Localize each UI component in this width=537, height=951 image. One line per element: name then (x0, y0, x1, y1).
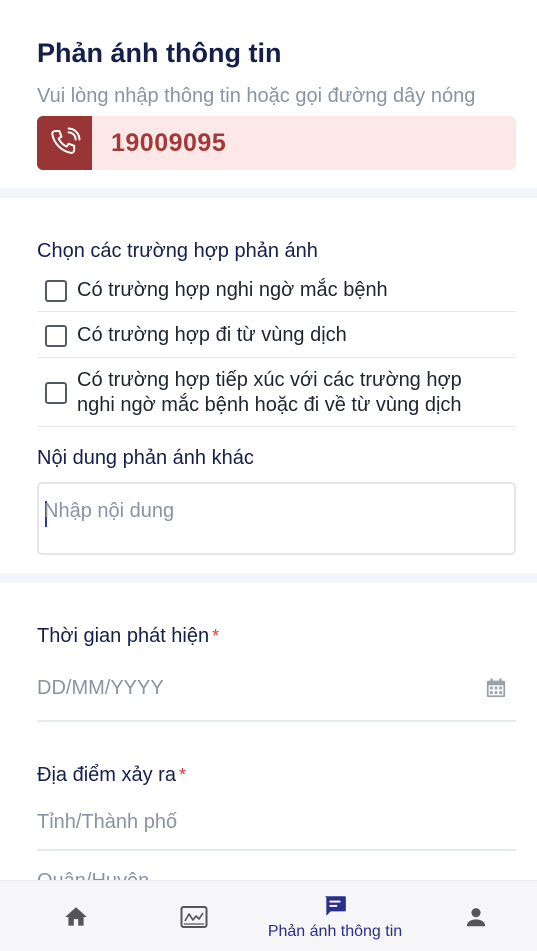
tab-report-info[interactable]: Phản ánh thông tin (250, 881, 420, 951)
chart-icon (180, 905, 208, 928)
section-divider (0, 573, 537, 583)
section-divider (0, 188, 537, 198)
phone-icon (37, 116, 92, 170)
checkbox[interactable] (45, 324, 67, 347)
field-underline (37, 720, 516, 722)
case-option-label: Có trường hợp đi từ vùng dịch (77, 324, 347, 346)
field-underline (37, 849, 516, 851)
other-content-label: Nội dung phản ánh khác (37, 447, 254, 469)
location-label: Địa điểm xảy ra * (37, 764, 186, 786)
cases-title: Chọn các trường hợp phản ánh (37, 240, 318, 262)
required-mark: * (178, 765, 186, 785)
detect-time-label: Thời gian phát hiện * (37, 625, 220, 647)
required-mark: * (212, 626, 220, 646)
home-icon (65, 906, 87, 926)
bottom-tab-bar: Phản ánh thông tin (0, 880, 537, 951)
case-option-label: Có trường hợp nghi ngờ mắc bệnh (77, 279, 388, 301)
tab-label: Phản ánh thông tin (267, 922, 403, 940)
chat-icon (325, 895, 346, 916)
hotline-button[interactable]: 19009095 (37, 116, 516, 170)
tab-profile[interactable] (446, 881, 506, 951)
case-option-label: Có trường hợp tiếp xúc với các trường hợ… (77, 369, 462, 416)
checkbox[interactable] (45, 279, 67, 302)
other-content-placeholder: Nhập nội dung (44, 500, 175, 522)
case-option-from-epidemic-area[interactable]: Có trường hợp đi từ vùng dịch (37, 314, 516, 358)
province-input[interactable]: Tỉnh/Thành phố (37, 811, 177, 834)
other-content-input[interactable]: Nhập nội dung (37, 482, 516, 555)
page-title: Phản ánh thông tin (37, 38, 282, 68)
person-icon (466, 907, 486, 926)
detect-time-input[interactable]: DD/MM/YYYY (37, 677, 164, 700)
district-input[interactable]: Quận/Huyện (37, 870, 149, 880)
tab-statistics[interactable] (164, 881, 224, 951)
checkbox[interactable] (45, 382, 67, 404)
case-option-suspected[interactable]: Có trường hợp nghi ngờ mắc bệnh (37, 270, 516, 312)
hotline-number: 19009095 (111, 129, 227, 157)
tab-home[interactable] (46, 881, 106, 951)
case-option-contact[interactable]: Có trường hợp tiếp xúc với các trường hợ… (37, 360, 516, 427)
report-form-scroll[interactable]: Phản ánh thông tin Vui lòng nhập thông t… (0, 0, 537, 880)
calendar-icon[interactable] (485, 677, 507, 699)
page-subtitle: Vui lòng nhập thông tin hoặc gọi đường d… (37, 85, 476, 107)
